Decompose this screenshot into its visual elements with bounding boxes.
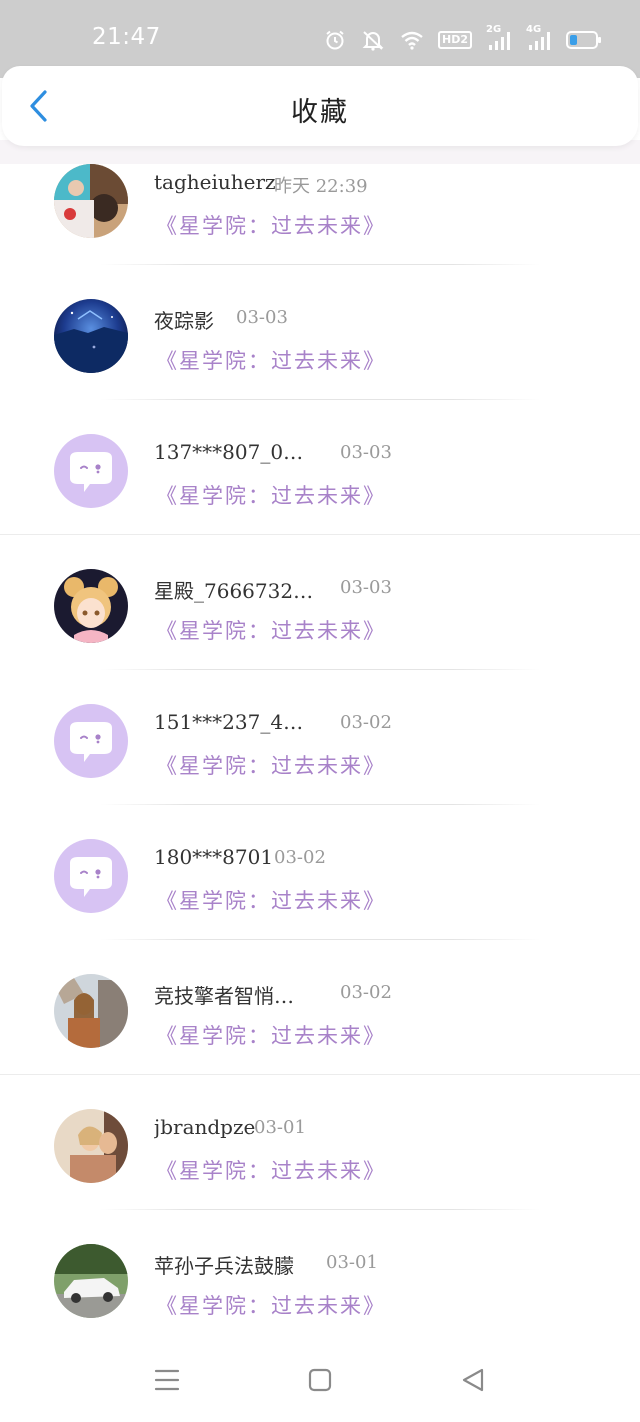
list-item[interactable]: 夜踪影 03-03 《星学院：过去未来》	[0, 265, 640, 400]
night-sky-avatar-image	[54, 299, 128, 373]
system-nav-bar	[0, 1332, 640, 1422]
default-chat-avatar-image	[54, 434, 128, 508]
photo-avatar-image	[54, 164, 128, 238]
avatar[interactable]	[54, 974, 128, 1048]
item-book-title[interactable]: 《星学院：过去未来》	[156, 885, 386, 915]
item-username[interactable]: 苹孙子兵法鼓朦	[154, 1250, 294, 1279]
list-item[interactable]: 苹孙子兵法鼓朦 03-01 《星学院：过去未来》	[0, 1210, 640, 1332]
item-timestamp: 03-01	[326, 1252, 378, 1273]
item-book-title[interactable]: 《星学院：过去未来》	[156, 345, 386, 375]
item-username[interactable]: jbrandpze	[154, 1115, 255, 1139]
item-username[interactable]: 151***237_488…	[154, 710, 314, 734]
item-username[interactable]: 夜踪影	[154, 305, 214, 334]
avatar[interactable]	[54, 434, 128, 508]
alarm-icon	[324, 29, 346, 51]
item-username[interactable]: 星殿_76667328…	[154, 575, 314, 604]
status-icons: HD2 2G 4G	[324, 24, 602, 54]
avatar[interactable]	[54, 704, 128, 778]
favorites-list[interactable]: tagheiuherz 昨天 22:39 《星学院：过去未来》 夜踪影 03-0…	[0, 164, 640, 1332]
avatar[interactable]	[54, 299, 128, 373]
mute-icon	[360, 29, 386, 51]
list-item[interactable]: 137***807_059… 03-03 《星学院：过去未来》	[0, 400, 640, 535]
favorites-list-inner: tagheiuherz 昨天 22:39 《星学院：过去未来》 夜踪影 03-0…	[0, 164, 640, 1332]
car-photo-avatar-image	[54, 1244, 128, 1318]
menu-icon	[154, 1368, 180, 1396]
item-username[interactable]: 竞技擎者智悄…	[154, 980, 294, 1009]
default-chat-avatar-image	[54, 839, 128, 913]
item-book-title[interactable]: 《星学院：过去未来》	[156, 1020, 386, 1050]
item-username[interactable]: tagheiuherz	[154, 170, 276, 194]
wifi-icon	[400, 30, 424, 50]
list-item[interactable]: 竞技擎者智悄… 03-02 《星学院：过去未来》	[0, 940, 640, 1075]
item-book-title[interactable]: 《星学院：过去未来》	[156, 1290, 386, 1320]
avatar[interactable]	[54, 1109, 128, 1183]
couple-photo-avatar-image	[54, 1109, 128, 1183]
item-book-title[interactable]: 《星学院：过去未来》	[156, 750, 386, 780]
list-item[interactable]: 180***8701 03-02 《星学院：过去未来》	[0, 805, 640, 940]
avatar[interactable]	[54, 839, 128, 913]
page-title: 收藏	[291, 97, 349, 128]
status-time: 21:47	[92, 24, 161, 50]
signal-4g-icon: 4G	[526, 24, 552, 52]
default-chat-avatar-image	[54, 704, 128, 778]
app-header: 收藏	[2, 66, 638, 146]
item-username[interactable]: 180***8701	[154, 845, 273, 869]
signal-2g-icon: 2G	[486, 24, 512, 52]
item-username[interactable]: 137***807_059…	[154, 440, 314, 464]
avatar[interactable]	[54, 164, 128, 238]
avatar[interactable]	[54, 569, 128, 643]
hd-icon: HD2	[438, 31, 472, 49]
item-timestamp: 03-02	[274, 847, 326, 868]
item-timestamp: 03-02	[340, 982, 392, 1003]
list-item[interactable]: jbrandpze 03-01 《星学院：过去未来》	[0, 1075, 640, 1210]
item-timestamp: 昨天 22:39	[274, 176, 368, 197]
item-timestamp: 03-01	[254, 1117, 306, 1138]
back-triangle-icon	[460, 1367, 486, 1397]
anime-girl-avatar-image	[54, 569, 128, 643]
item-book-title[interactable]: 《星学院：过去未来》	[156, 1155, 386, 1185]
list-item[interactable]: 151***237_488… 03-02 《星学院：过去未来》	[0, 670, 640, 805]
nav-back-button[interactable]	[459, 1368, 487, 1396]
list-item[interactable]: tagheiuherz 昨天 22:39 《星学院：过去未来》	[0, 164, 640, 265]
battery-icon	[566, 30, 602, 50]
item-timestamp: 03-03	[236, 307, 288, 328]
woman-photo-avatar-image	[54, 974, 128, 1048]
menu-button[interactable]	[153, 1368, 181, 1396]
home-button[interactable]	[306, 1368, 334, 1396]
item-timestamp: 03-03	[340, 442, 392, 463]
home-square-icon	[308, 1368, 332, 1396]
item-book-title[interactable]: 《星学院：过去未来》	[156, 210, 386, 240]
list-item[interactable]: 星殿_76667328… 03-03 《星学院：过去未来》	[0, 535, 640, 670]
item-book-title[interactable]: 《星学院：过去未来》	[156, 615, 386, 645]
item-timestamp: 03-02	[340, 712, 392, 733]
item-book-title[interactable]: 《星学院：过去未来》	[156, 480, 386, 510]
avatar[interactable]	[54, 1244, 128, 1318]
item-timestamp: 03-03	[340, 577, 392, 598]
